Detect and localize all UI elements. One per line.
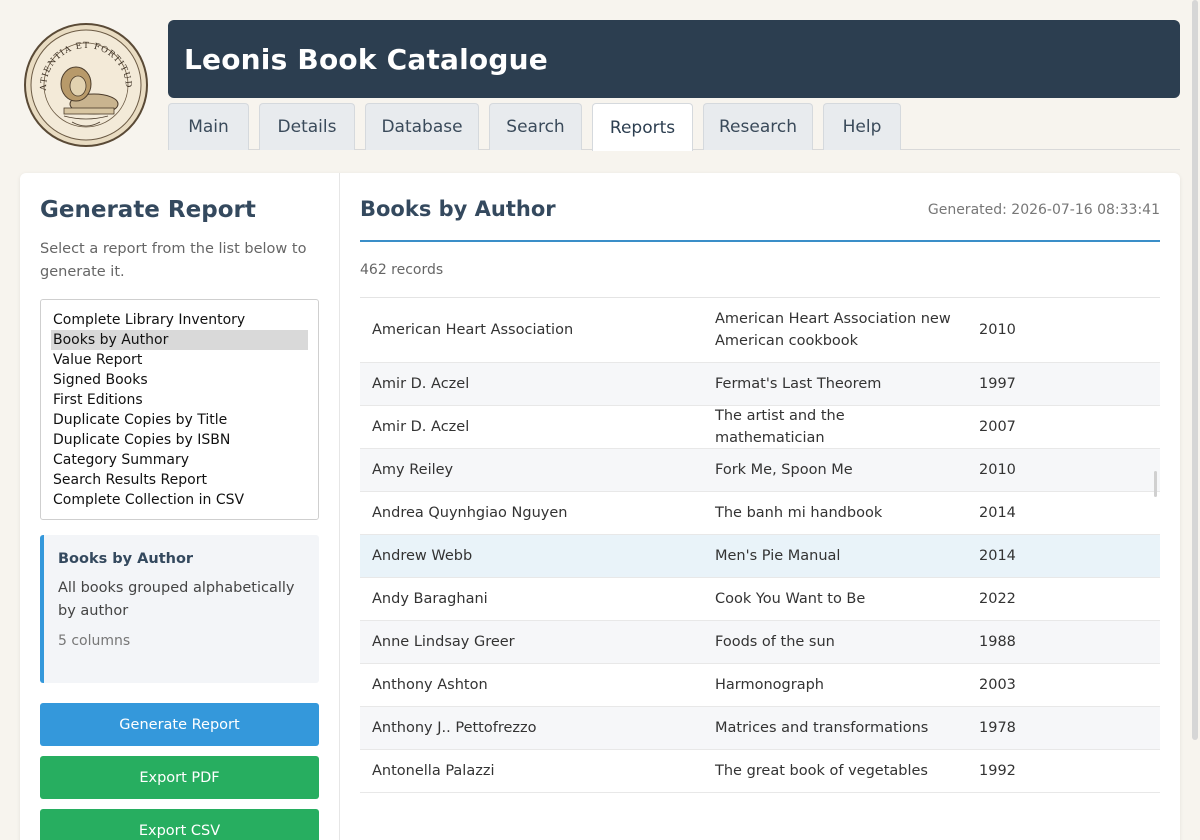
author-cell: Anthony J.. Pettofrezzo (372, 720, 537, 736)
year-cell: 2010 (979, 462, 1016, 478)
tab-research[interactable]: Research (703, 103, 813, 150)
report-divider (360, 240, 1160, 242)
author-cell: Anthony Ashton (372, 677, 488, 693)
author-cell: Anne Lindsay Greer (372, 634, 515, 650)
year-cell: 1997 (979, 376, 1016, 392)
year-cell: 1978 (979, 720, 1016, 736)
table-row: Antonella Palazzi The great book of vege… (360, 750, 1160, 793)
report-info-columns: 5 columns (58, 633, 131, 649)
reports-panel: Generate Report Select a report from the… (20, 173, 1180, 840)
table-scrollbar[interactable] (1154, 471, 1157, 497)
title-cell: Foods of the sun (715, 634, 835, 650)
report-info-title: Books by Author (58, 551, 194, 567)
tab-search[interactable]: Search (489, 103, 582, 150)
report-option[interactable]: Search Results Report (51, 470, 308, 490)
table-row: American Heart Association American Hear… (360, 298, 1160, 363)
year-cell: 2010 (979, 322, 1016, 338)
title-cell: Cook You Want to Be (715, 591, 866, 607)
tab-reports[interactable]: Reports (592, 103, 693, 151)
author-cell: Amy Reiley (372, 462, 454, 478)
sidebar-hint: Select a report from the list below to g… (40, 241, 307, 280)
year-cell: 1988 (979, 634, 1016, 650)
year-cell: 2003 (979, 677, 1016, 693)
author-cell: Amir D. Aczel (372, 419, 470, 435)
generate-report-button[interactable]: Generate Report (40, 703, 319, 746)
author-cell: Andy Baraghani (372, 591, 488, 607)
title-cell: The great book of vegetables (715, 763, 928, 779)
report-sidebar: Generate Report Select a report from the… (20, 173, 340, 840)
export-csv-button[interactable]: Export CSV (40, 809, 319, 840)
table-row: Andy Baraghani Cook You Want to Be 2022 (360, 578, 1160, 621)
report-listbox[interactable]: Complete Library Inventory Books by Auth… (40, 299, 319, 520)
report-option-selected[interactable]: Books by Author (51, 330, 308, 350)
app-header: Leonis Book Catalogue (168, 20, 1180, 98)
title-cell: Fork Me, Spoon Me (715, 462, 853, 478)
title-cell: Men's Pie Manual (715, 548, 841, 564)
generated-timestamp: Generated: 2026-07-16 08:33:41 (927, 202, 1160, 218)
tab-help[interactable]: Help (823, 103, 901, 150)
table-row: Anne Lindsay Greer Foods of the sun 1988 (360, 621, 1160, 664)
report-option[interactable]: First Editions (51, 390, 308, 410)
report-title: Books by Author (360, 197, 556, 221)
tab-details[interactable]: Details (259, 103, 355, 150)
author-cell: Andrea Quynhgiao Nguyen (372, 505, 568, 521)
sidebar-heading: Generate Report (40, 197, 256, 223)
author-cell: Antonella Palazzi (372, 763, 495, 779)
table-row: Anthony Ashton Harmonograph 2003 (360, 664, 1160, 707)
report-output: Books by Author Generated: 2026-07-16 08… (360, 173, 1160, 840)
year-cell: 1992 (979, 763, 1016, 779)
title-cell: The banh mi handbook (715, 505, 883, 521)
tab-database[interactable]: Database (365, 103, 479, 150)
table-row: Amy Reiley Fork Me, Spoon Me 2010 (360, 449, 1160, 492)
author-cell: American Heart Association (372, 322, 574, 338)
report-info-description: All books grouped alphabetically by auth… (58, 580, 295, 619)
title-cell: Fermat's Last Theorem (715, 376, 882, 392)
title-cell: The artist and the mathematician (715, 408, 845, 446)
export-pdf-button[interactable]: Export PDF (40, 756, 319, 799)
table-row: Anthony J.. Pettofrezzo Matrices and tra… (360, 707, 1160, 750)
table-row: Amir D. Aczel Fermat's Last Theorem 1997 (360, 363, 1160, 406)
report-option[interactable]: Signed Books (51, 370, 308, 390)
page-scrollbar[interactable] (1192, 0, 1198, 740)
lion-seal-logo: PATIENTIA ET FORTITUDO (20, 15, 148, 148)
table-row-hovered: Andrew Webb Men's Pie Manual 2014 (360, 535, 1160, 578)
report-option[interactable]: Value Report (51, 350, 308, 370)
year-cell: 2014 (979, 548, 1016, 564)
report-option[interactable]: Complete Collection in CSV (51, 490, 308, 510)
main-tabs: Main Details Database Search Reports Res… (168, 103, 1180, 151)
year-cell: 2007 (979, 419, 1016, 435)
report-option[interactable]: Duplicate Copies by Title (51, 410, 308, 430)
table-row: Andrea Quynhgiao Nguyen The banh mi hand… (360, 492, 1160, 535)
table-row: Amir D. Aczel The artist and the mathema… (360, 406, 1160, 449)
title-cell: Harmonograph (715, 677, 824, 693)
report-table[interactable]: American Heart Association American Hear… (360, 297, 1160, 793)
tab-main[interactable]: Main (168, 103, 249, 150)
report-option[interactable]: Duplicate Copies by ISBN (51, 430, 308, 450)
report-info-box: Books by Author All books grouped alphab… (40, 535, 319, 683)
report-option[interactable]: Complete Library Inventory (51, 310, 308, 330)
title-cell: American Heart Association new American … (715, 311, 951, 349)
report-option[interactable]: Category Summary (51, 450, 308, 470)
app-title: Leonis Book Catalogue (184, 42, 548, 76)
record-count: 462 records (360, 262, 444, 278)
author-cell: Andrew Webb (372, 548, 473, 564)
title-cell: Matrices and transformations (715, 720, 929, 736)
year-cell: 2022 (979, 591, 1016, 607)
author-cell: Amir D. Aczel (372, 376, 470, 392)
year-cell: 2014 (979, 505, 1016, 521)
